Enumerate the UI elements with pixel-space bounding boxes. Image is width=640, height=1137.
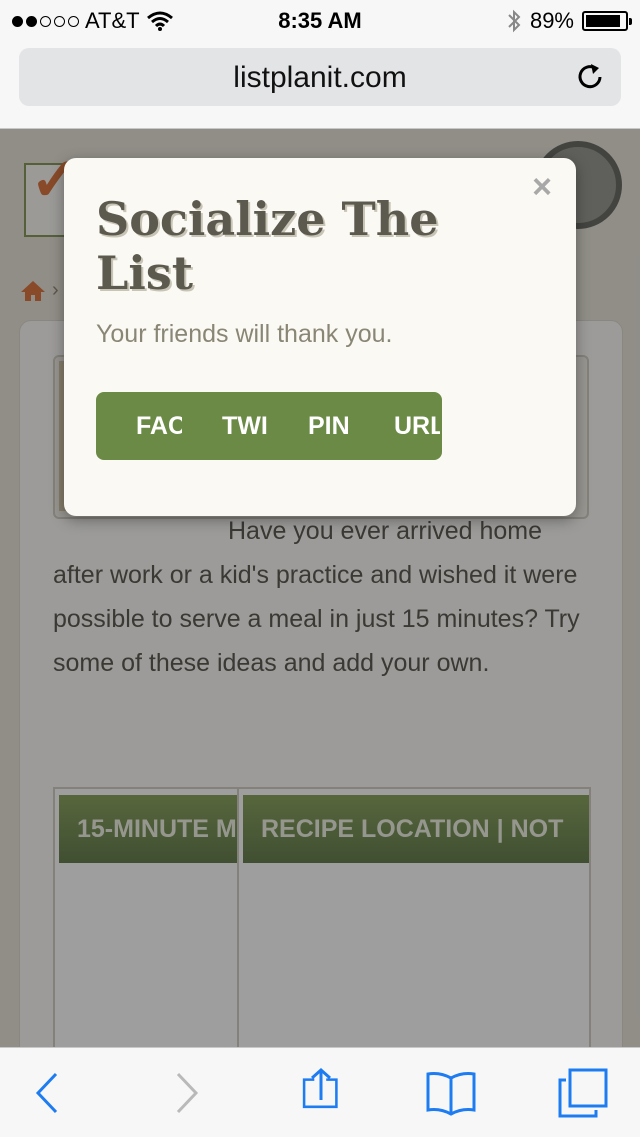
status-bar: AT&T 8:35 AM 89% — [0, 0, 640, 40]
modal-subtitle: Your friends will thank you. — [96, 320, 393, 348]
battery-icon — [582, 11, 632, 31]
url-text[interactable]: listplanit.com — [19, 61, 621, 95]
share-button-bar: FAC TWI PIN URL — [96, 392, 442, 460]
share-icon[interactable] — [296, 1068, 346, 1118]
browser-toolbar — [0, 1047, 640, 1137]
status-right: 89% — [506, 8, 632, 34]
battery-percent: 89% — [529, 8, 574, 33]
browser-address-area: listplanit.com — [0, 40, 640, 129]
share-twitter-button[interactable]: TWI — [182, 392, 268, 460]
back-icon[interactable] — [28, 1068, 78, 1118]
bluetooth-icon — [508, 9, 521, 33]
forward-icon[interactable] — [160, 1068, 210, 1118]
modal-title: Socialize The List — [96, 192, 439, 300]
share-pinterest-button[interactable]: PIN — [268, 392, 354, 460]
bookmarks-icon[interactable] — [426, 1068, 476, 1118]
share-modal: × Socialize The List Your friends will t… — [64, 158, 576, 516]
share-url-button[interactable]: URL — [354, 392, 440, 460]
tabs-icon[interactable] — [558, 1068, 608, 1118]
share-facebook-button[interactable]: FAC — [96, 392, 182, 460]
reload-icon[interactable] — [573, 60, 607, 94]
address-bar[interactable]: listplanit.com — [19, 48, 621, 106]
